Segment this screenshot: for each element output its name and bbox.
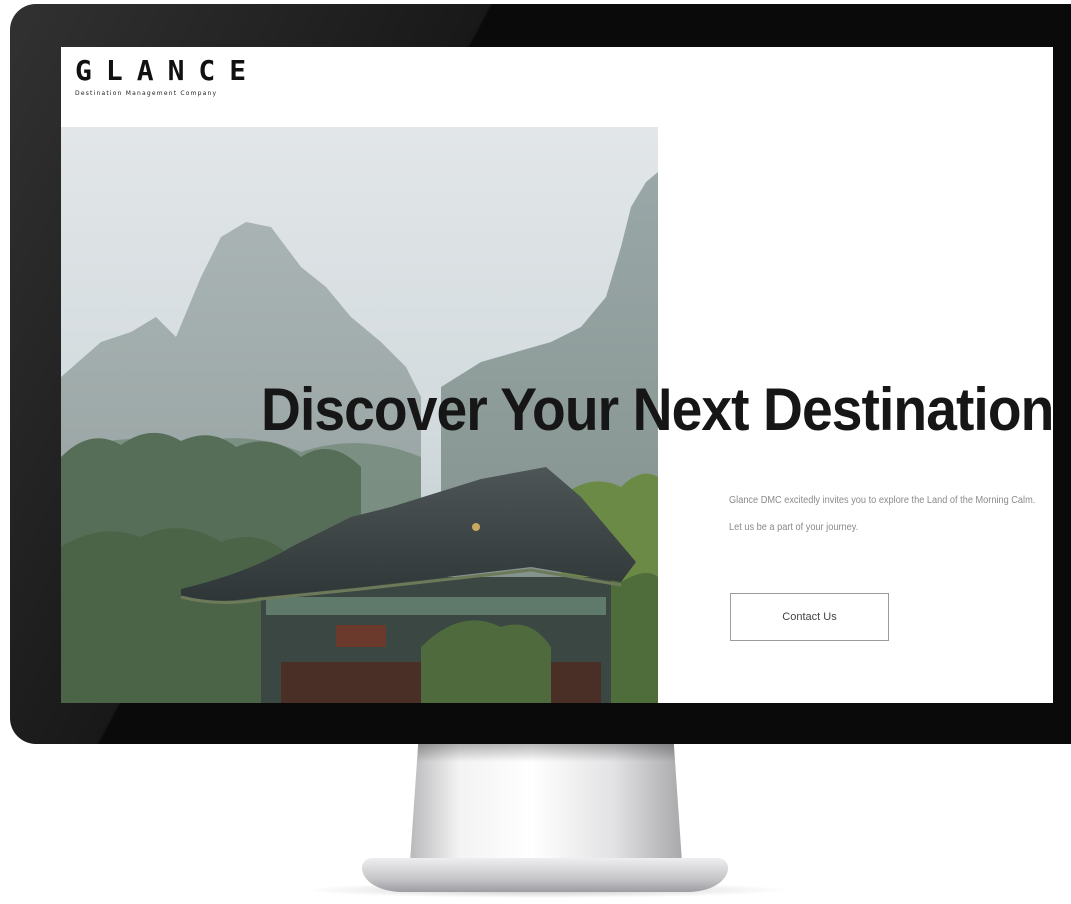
monitor-stand-base bbox=[362, 858, 728, 892]
logo-wordmark: GLANCE bbox=[75, 54, 261, 87]
hero-intro: Glance DMC excitedly invites you to expl… bbox=[729, 487, 1049, 541]
foreground-pine bbox=[421, 620, 551, 703]
website-screen: GLANCE Destination Management Company Di… bbox=[61, 47, 1053, 703]
contact-us-button[interactable]: Contact Us bbox=[730, 593, 889, 641]
logo-tagline: Destination Management Company bbox=[75, 90, 218, 97]
near-left-trees bbox=[61, 528, 291, 703]
roof-ornament bbox=[472, 523, 480, 531]
temple-eave-beam bbox=[266, 597, 606, 615]
temple-name-plaque bbox=[336, 625, 386, 647]
intro-line-1: Glance DMC excitedly invites you to expl… bbox=[729, 495, 1036, 506]
monitor-stand-neck bbox=[410, 744, 682, 862]
intro-line-2: Let us be a part of your journey. bbox=[729, 522, 859, 533]
hero-headline: Discover Your Next Destination bbox=[261, 376, 1053, 443]
monitor-bezel: GLANCE Destination Management Company Di… bbox=[10, 4, 1071, 744]
site-logo[interactable]: GLANCE Destination Management Company bbox=[75, 54, 261, 98]
